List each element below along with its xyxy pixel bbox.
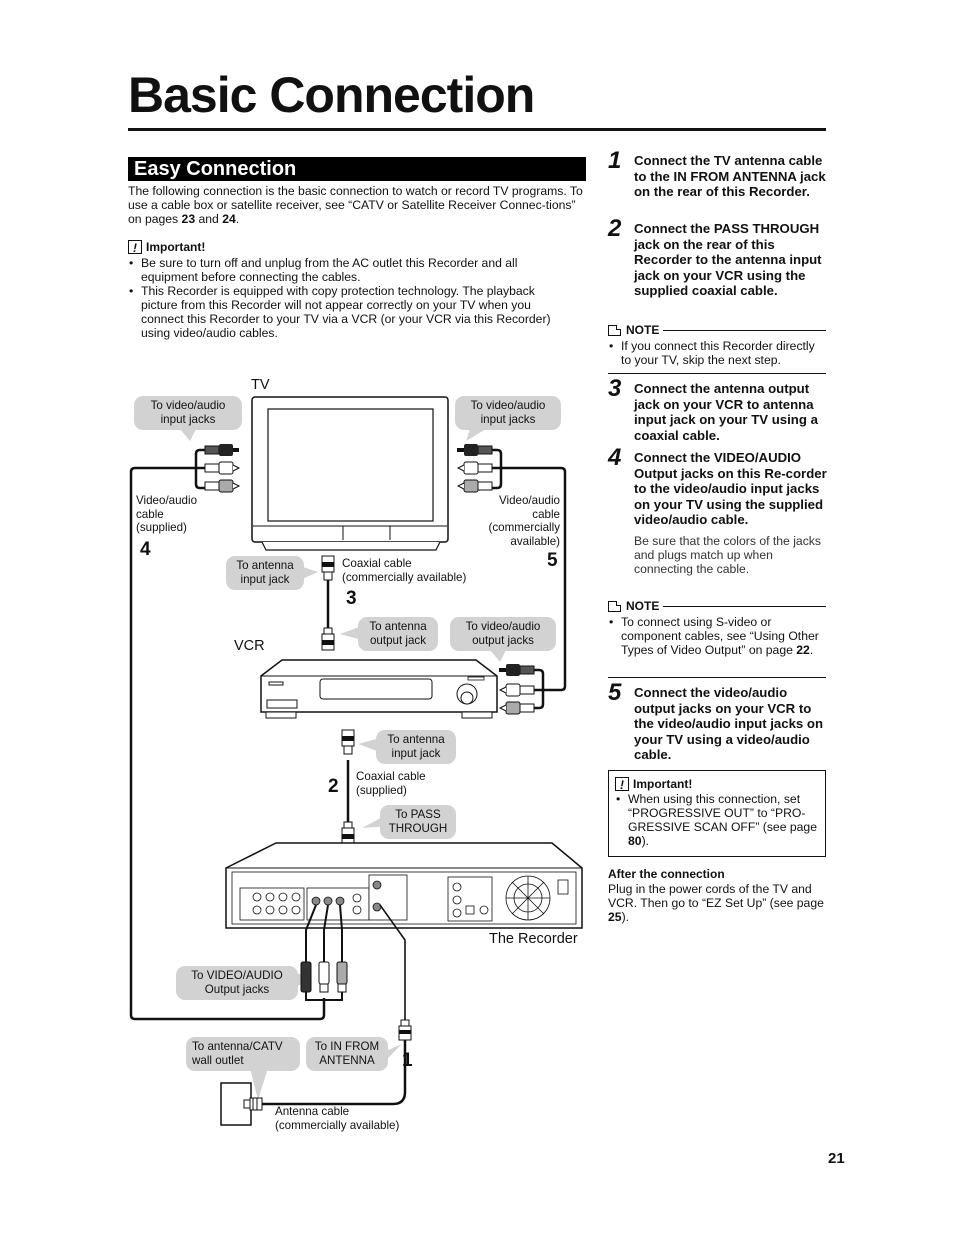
- step-marker-2: 2: [328, 776, 339, 797]
- label-coax-supplied: Coaxial cable (supplied): [356, 770, 426, 797]
- callout-vcr-av-out: To video/audio output jacks: [450, 617, 556, 651]
- recorder-label: The Recorder: [489, 931, 578, 947]
- callout-recorder-av-out: To VIDEO/AUDIO Output jacks: [176, 966, 298, 1000]
- callout-in-from-antenna: To IN FROM ANTENNA: [306, 1037, 388, 1071]
- label-av-cable-commercial: Video/audio cable (commercially availabl…: [488, 494, 561, 548]
- callout-tv-av-in-right: To video/audio input jacks: [455, 396, 561, 430]
- callout-tv-av-in-left: To video/audio input jacks: [134, 396, 242, 430]
- callout-pass-through: To PASS THROUGH: [380, 805, 456, 839]
- callout-wall-outlet: To antenna/CATV wall outlet: [186, 1037, 300, 1071]
- callout-vcr-antenna-in: To antenna input jack: [376, 730, 456, 764]
- label-coax-commercial: Coaxial cable (commercially available): [342, 557, 467, 584]
- step-marker-5: 5: [547, 550, 558, 571]
- label-antenna-cable: Antenna cable (commercially available): [275, 1105, 400, 1132]
- antenna-cable: [220, 904, 412, 1126]
- rca-plugs-tv-left: [204, 444, 241, 493]
- coax-cable-tv-vcr: [321, 555, 335, 651]
- rca-plugs-tv-right: [456, 444, 493, 493]
- step-marker-4: 4: [140, 539, 151, 560]
- vcr-illustration: [260, 659, 498, 719]
- recorder-illustration: [225, 842, 583, 929]
- label-av-cable-supplied: Video/audio cable (supplied): [136, 494, 198, 535]
- step-marker-3: 3: [346, 588, 357, 609]
- tv-label: TV: [251, 377, 270, 393]
- callout-vcr-antenna-out: To antenna output jack: [358, 617, 438, 651]
- tv-illustration: [251, 396, 449, 551]
- step-marker-1: 1: [402, 1050, 413, 1071]
- rca-plugs-vcr: [498, 664, 535, 715]
- callout-tv-antenna-in: To antenna input jack: [226, 556, 304, 590]
- vcr-label: VCR: [234, 638, 265, 654]
